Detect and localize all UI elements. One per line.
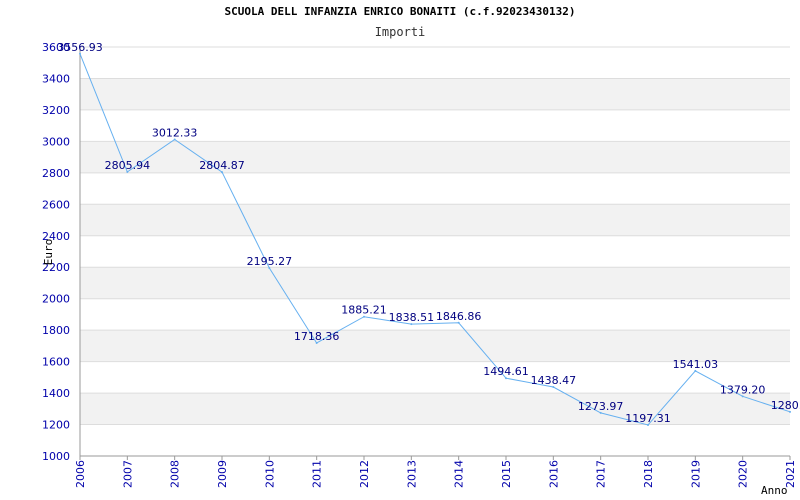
y-tick-label: 2800	[42, 167, 70, 180]
y-tick-label: 3200	[42, 104, 70, 117]
data-label: 1273.97	[578, 400, 624, 413]
x-tick-label: 2006	[74, 460, 87, 488]
grid-band	[80, 204, 790, 236]
y-axis-label: Euro	[42, 239, 55, 266]
data-label: 1280.8	[771, 399, 800, 412]
y-tick-label: 1600	[42, 356, 70, 369]
y-tick-label: 1400	[42, 387, 70, 400]
x-axis-ticks: 2006 2007 2008 2009 2010 2011 2012 2013 2014 2015…	[74, 456, 797, 488]
data-label: 1197.31	[625, 412, 671, 425]
data-label: 3012.33	[152, 126, 198, 139]
x-tick-label: 2016	[547, 460, 560, 488]
x-tick-label: 2013	[405, 460, 418, 488]
line-chart: 1000120014001600180020002200240026002800…	[42, 41, 800, 497]
grid-band	[80, 78, 790, 110]
x-tick-label: 2018	[642, 460, 655, 488]
y-tick-label: 2000	[42, 293, 70, 306]
y-tick-label: 2600	[42, 198, 70, 211]
x-axis-label: Anno	[761, 484, 788, 497]
x-tick-label: 2012	[358, 460, 371, 488]
data-label: 3556.93	[57, 41, 103, 54]
data-label: 1438.47	[531, 374, 577, 387]
y-tick-label: 1800	[42, 324, 70, 337]
y-tick-label: 1200	[42, 419, 70, 432]
data-label: 1846.86	[436, 310, 482, 323]
data-label: 1885.21	[341, 304, 387, 317]
y-tick-label: 3400	[42, 72, 70, 85]
data-label: 2195.27	[247, 255, 293, 268]
x-tick-label: 2014	[453, 460, 466, 488]
x-tick-label: 2017	[595, 460, 608, 488]
x-tick-label: 2019	[689, 460, 702, 488]
data-label: 1718.36	[294, 330, 340, 343]
x-tick-label: 2009	[216, 460, 229, 488]
data-label: 2804.87	[199, 159, 245, 172]
x-tick-label: 2008	[169, 460, 182, 488]
y-tick-label: 3000	[42, 135, 70, 148]
data-label: 1838.51	[389, 311, 435, 324]
x-tick-label: 2020	[737, 460, 750, 488]
x-tick-label: 2010	[263, 460, 276, 488]
grid-band	[80, 393, 790, 425]
x-tick-label: 2007	[121, 460, 134, 488]
data-label: 1379.20	[720, 383, 766, 396]
x-tick-label: 2015	[500, 460, 513, 488]
data-label: 1494.61	[483, 365, 529, 378]
x-tick-label: 2011	[311, 460, 324, 488]
grid-band	[80, 141, 790, 173]
grid-band	[80, 330, 790, 362]
y-tick-label: 1000	[42, 450, 70, 463]
data-label: 2805.94	[105, 159, 151, 172]
grid-band	[80, 267, 790, 299]
data-label: 1541.03	[673, 358, 719, 371]
